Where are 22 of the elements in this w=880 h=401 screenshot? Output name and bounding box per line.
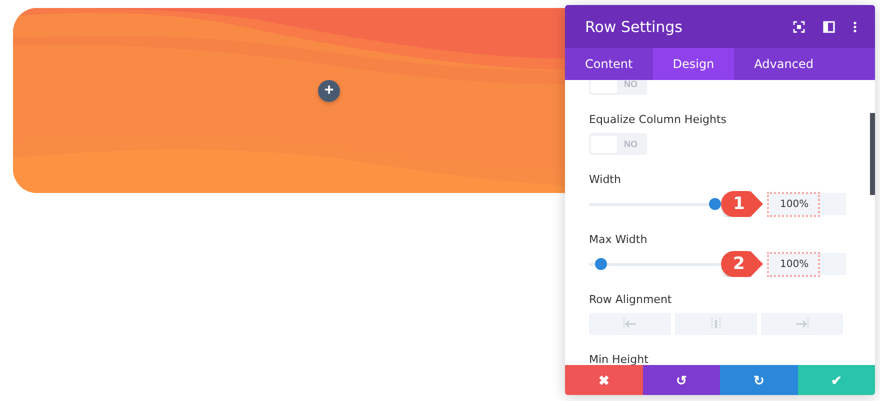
slider-thumb[interactable]: [595, 258, 607, 270]
setting-label: Max Width: [589, 233, 648, 246]
scrollbar[interactable]: [870, 113, 875, 195]
align-left-icon: [622, 318, 638, 330]
setting-label: Width: [589, 173, 622, 186]
sidebar-icon[interactable]: [823, 20, 835, 32]
cancel-button[interactable]: ✖: [565, 365, 642, 395]
slider-thumb[interactable]: [709, 198, 721, 210]
expand-icon[interactable]: [793, 20, 805, 32]
tab[interactable]: Advanced: [734, 48, 834, 80]
align-right-icon: [794, 318, 810, 330]
more-icon[interactable]: [853, 20, 857, 32]
setting-label: Min Height: [589, 353, 650, 365]
setting-label: Row Alignment: [589, 293, 673, 306]
panel-title: Row Settings: [585, 18, 682, 36]
undo-button[interactable]: ↺: [642, 365, 720, 395]
tab[interactable]: Content: [565, 48, 653, 80]
tab[interactable]: Design: [652, 48, 734, 80]
setting-label: Equalize Column Heights: [589, 113, 728, 126]
redo-button[interactable]: ↻: [720, 365, 798, 395]
callout-badge: 2: [721, 251, 763, 277]
callout-badge: 1: [721, 191, 763, 217]
